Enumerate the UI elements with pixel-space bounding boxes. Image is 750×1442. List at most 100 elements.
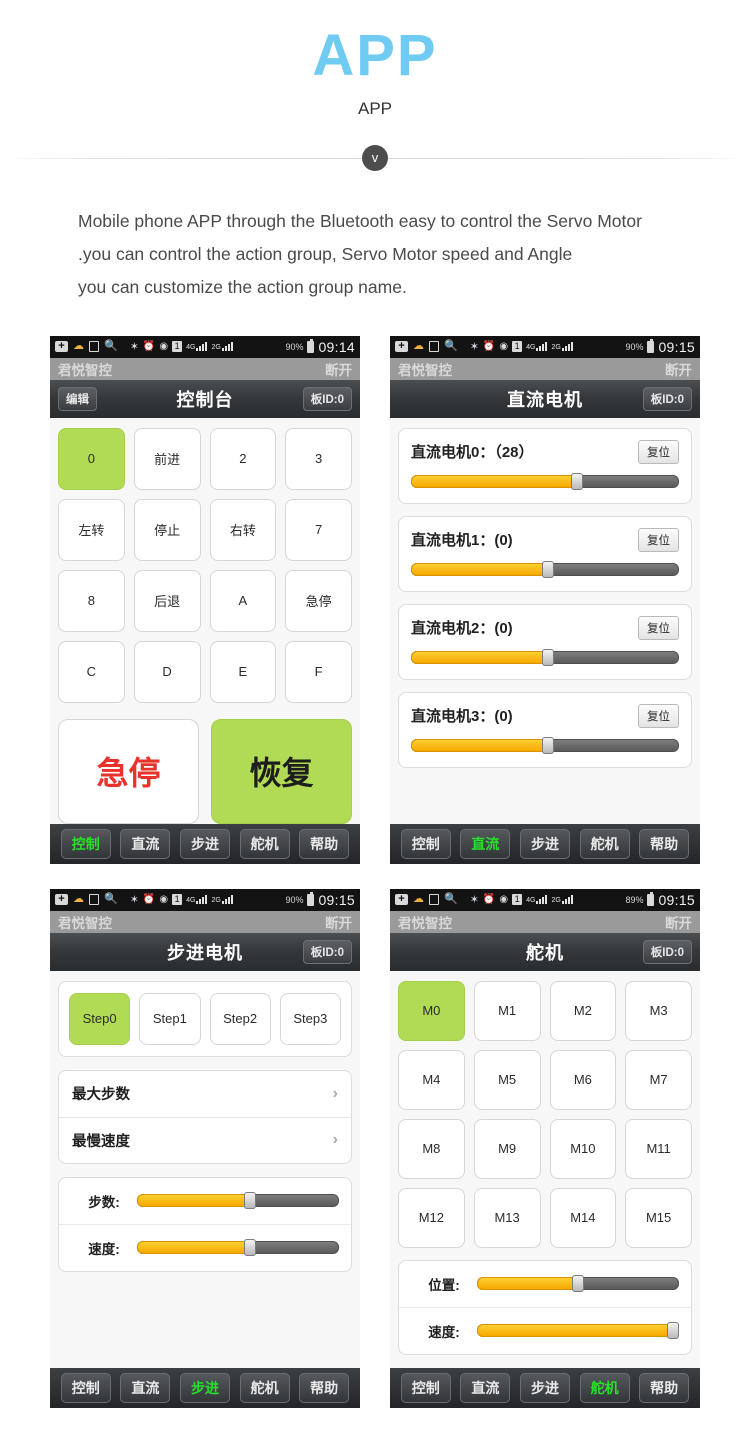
plus-icon: + xyxy=(395,341,408,353)
disconnect-label[interactable]: 断开 xyxy=(665,359,692,379)
servo-button[interactable]: M5 xyxy=(473,1049,541,1110)
tab-控制[interactable]: 控制 xyxy=(400,1372,451,1403)
servo-button[interactable]: M15 xyxy=(625,1187,692,1248)
console-key[interactable]: 7 xyxy=(285,498,352,561)
step-button[interactable]: Step0 xyxy=(69,992,131,1045)
console-key[interactable]: 前进 xyxy=(133,427,201,490)
edit-button[interactable]: 编辑 xyxy=(58,386,97,411)
search-icon: 🔍 xyxy=(104,893,118,906)
step-button[interactable]: Step1 xyxy=(139,992,201,1045)
resume-button[interactable]: 恢复 xyxy=(211,718,352,824)
slider-fill xyxy=(411,650,548,664)
servo-button[interactable]: M12 xyxy=(398,1187,465,1248)
console-key[interactable]: C xyxy=(58,640,125,703)
step-button[interactable]: Step3 xyxy=(279,992,341,1045)
tab-直流[interactable]: 直流 xyxy=(120,828,171,859)
reset-button[interactable]: 复位 xyxy=(638,615,679,640)
dc-motor-slider[interactable] xyxy=(411,560,679,578)
stepper-slider[interactable] xyxy=(137,1192,339,1210)
servo-button[interactable]: M9 xyxy=(473,1118,541,1179)
console-key[interactable]: 2 xyxy=(209,427,277,490)
console-key[interactable]: 0 xyxy=(58,427,125,490)
board-id-button[interactable]: 板ID:0 xyxy=(302,386,352,411)
tab-帮助[interactable]: 帮助 xyxy=(299,1372,350,1403)
servo-button[interactable]: M11 xyxy=(625,1118,692,1179)
slider-thumb[interactable] xyxy=(571,472,584,490)
servo-button[interactable]: M0 xyxy=(398,980,465,1041)
tab-帮助[interactable]: 帮助 xyxy=(299,828,350,859)
slider-thumb[interactable] xyxy=(666,1322,679,1340)
dc-motor-slider[interactable] xyxy=(411,648,679,666)
board-id-button[interactable]: 板ID:0 xyxy=(642,386,692,411)
phone-content: 直流电机0：（28） 复位 直流电机1：(0) 复位 直流电机2：(0) 复位 xyxy=(390,417,700,824)
step-button[interactable]: Step2 xyxy=(209,992,271,1045)
tab-步进[interactable]: 步进 xyxy=(519,1372,570,1403)
console-key[interactable]: 后退 xyxy=(133,569,201,632)
board-id-button[interactable]: 板ID:0 xyxy=(642,939,692,964)
disconnect-label[interactable]: 断开 xyxy=(325,912,352,932)
reset-button[interactable]: 复位 xyxy=(638,439,679,464)
console-key[interactable]: 右转 xyxy=(209,498,277,561)
tab-直流[interactable]: 直流 xyxy=(120,1372,171,1403)
list-item[interactable]: 最慢速度 › xyxy=(59,1116,351,1163)
console-key[interactable]: 急停 xyxy=(285,569,352,632)
slider-thumb[interactable] xyxy=(244,1239,257,1257)
dc-motor-slider[interactable] xyxy=(411,736,679,754)
tab-步进[interactable]: 步进 xyxy=(179,828,230,859)
reset-button[interactable]: 复位 xyxy=(638,527,679,552)
search-icon: 🔍 xyxy=(104,340,118,353)
tab-帮助[interactable]: 帮助 xyxy=(639,828,690,859)
stop-button[interactable]: 急停 xyxy=(58,718,199,824)
tab-舵机[interactable]: 舵机 xyxy=(239,1372,290,1403)
servo-button[interactable]: M7 xyxy=(625,1049,692,1110)
reset-button[interactable]: 复位 xyxy=(638,703,679,728)
slider-thumb[interactable] xyxy=(541,560,554,578)
slider-thumb[interactable] xyxy=(541,648,554,666)
app-name: 君悦智控 xyxy=(398,915,452,931)
servo-button[interactable]: M3 xyxy=(625,980,692,1041)
servo-button[interactable]: M14 xyxy=(549,1187,617,1248)
board-id-button[interactable]: 板ID:0 xyxy=(302,939,352,964)
tab-帮助[interactable]: 帮助 xyxy=(639,1372,690,1403)
stepper-slider[interactable] xyxy=(137,1239,339,1257)
dc-motor-label: 直流电机1：(0) xyxy=(411,532,513,550)
tab-舵机[interactable]: 舵机 xyxy=(579,1372,630,1403)
tab-直流[interactable]: 直流 xyxy=(460,828,511,859)
tab-步进[interactable]: 步进 xyxy=(519,828,570,859)
servo-button[interactable]: M2 xyxy=(549,980,617,1041)
console-key[interactable]: 左转 xyxy=(58,498,125,561)
disconnect-label[interactable]: 断开 xyxy=(665,912,692,932)
tab-步进[interactable]: 步进 xyxy=(179,1372,230,1403)
console-key[interactable]: F xyxy=(285,640,352,703)
servo-slider[interactable] xyxy=(477,1275,679,1293)
page-title: APP xyxy=(312,23,438,88)
console-key[interactable]: 8 xyxy=(58,569,125,632)
disconnect-label[interactable]: 断开 xyxy=(325,359,352,379)
slider-thumb[interactable] xyxy=(541,736,554,754)
list-item[interactable]: 最大步数 › xyxy=(59,1071,351,1117)
labeled-slider-row: 步数: xyxy=(59,1178,351,1224)
console-key[interactable]: 停止 xyxy=(133,498,201,561)
console-key[interactable]: D xyxy=(133,640,201,703)
servo-button[interactable]: M6 xyxy=(549,1049,617,1110)
slider-thumb[interactable] xyxy=(244,1192,257,1210)
servo-button[interactable]: M8 xyxy=(398,1118,465,1179)
tab-控制[interactable]: 控制 xyxy=(400,828,451,859)
servo-button[interactable]: M10 xyxy=(549,1118,617,1179)
console-key[interactable]: 3 xyxy=(285,427,352,490)
slider-label: 速度: xyxy=(428,1324,460,1340)
tab-直流[interactable]: 直流 xyxy=(460,1372,511,1403)
tab-控制[interactable]: 控制 xyxy=(60,1372,111,1403)
app-name-strip: 君悦智控 断开 xyxy=(390,357,700,380)
dc-motor-slider[interactable] xyxy=(411,472,679,490)
servo-button[interactable]: M13 xyxy=(473,1187,541,1248)
servo-slider[interactable] xyxy=(477,1322,679,1340)
tab-舵机[interactable]: 舵机 xyxy=(579,828,630,859)
slider-thumb[interactable] xyxy=(572,1275,584,1293)
console-key[interactable]: A xyxy=(209,569,277,632)
tab-控制[interactable]: 控制 xyxy=(60,828,111,859)
servo-button[interactable]: M4 xyxy=(398,1049,465,1110)
servo-button[interactable]: M1 xyxy=(473,980,541,1041)
console-key[interactable]: E xyxy=(209,640,277,703)
tab-舵机[interactable]: 舵机 xyxy=(239,828,290,859)
